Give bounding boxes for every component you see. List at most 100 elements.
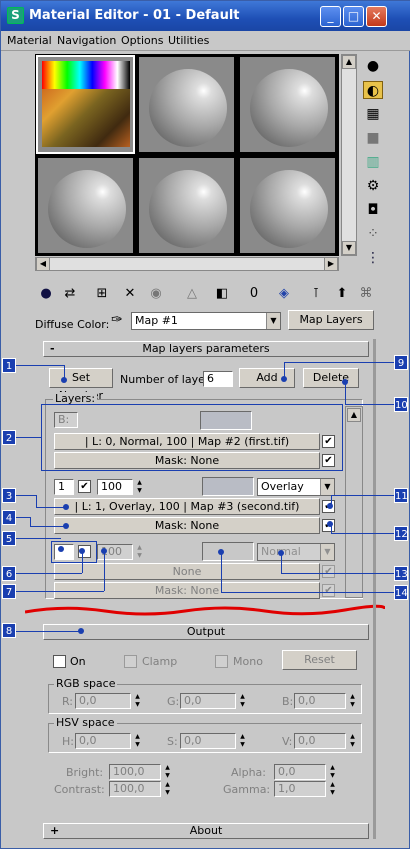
sample-sphere-icon	[149, 170, 227, 248]
scroll-right-icon[interactable]: ▶	[324, 257, 338, 271]
h-spinner: ▲ ▼	[135, 733, 140, 748]
callout-2-box	[41, 404, 343, 471]
b-field: 0,0	[294, 693, 346, 709]
backlight-icon[interactable]: ◐	[363, 81, 383, 99]
layer1-map-button[interactable]: | L: 1, Overlay, 100 | Map #3 (second.ti…	[54, 498, 320, 515]
title-bar: S Material Editor - 01 - Default _ □ ✕	[1, 1, 410, 31]
output-on-checkbox[interactable]	[53, 655, 66, 668]
slots-horizontal-scrollbar[interactable]: ◀ ▶	[35, 257, 339, 271]
make-unique-icon[interactable]: △	[183, 285, 201, 303]
make-copy-icon[interactable]: ◉	[147, 285, 165, 303]
sample-slot-3[interactable]	[238, 55, 337, 154]
callout-7-line	[16, 591, 104, 592]
callout-9-dot	[281, 376, 287, 382]
menu-material[interactable]: Material	[7, 34, 52, 47]
get-material-icon[interactable]: ●	[37, 285, 55, 303]
maximize-button[interactable]: □	[343, 6, 364, 27]
layer1-mask-button[interactable]: Mask: None	[54, 517, 320, 534]
make-preview-icon[interactable]: ⚙	[363, 177, 383, 195]
callout-7-line	[104, 551, 105, 591]
callout-1: 1	[2, 358, 16, 373]
number-of-layers-field[interactable]: 6	[203, 371, 233, 387]
chevron-down-icon: ▼	[266, 313, 280, 329]
show-end-result-icon[interactable]: ⊺	[307, 285, 325, 303]
callout-6-line	[82, 551, 83, 573]
sample-slot-4[interactable]	[36, 156, 135, 255]
gamma-spinner: ▲ ▼	[330, 781, 335, 796]
minimize-button[interactable]: _	[320, 6, 341, 27]
map-layers-button[interactable]: Map Layers	[288, 310, 374, 330]
menu-options[interactable]: Options	[121, 34, 163, 47]
layer1-opacity-spinner[interactable]: ▲ ▼	[135, 479, 144, 495]
rollout-scroll-track[interactable]	[373, 339, 376, 839]
callout-10-line	[345, 404, 394, 405]
output-rollout-header[interactable]: Output	[43, 624, 369, 640]
params-rollout-title: Map layers parameters	[142, 342, 270, 355]
callout-3-line	[36, 507, 66, 508]
scroll-up-icon[interactable]: ▲	[347, 408, 361, 422]
about-rollout-header[interactable]: + About	[43, 823, 369, 839]
layer1-opacity-field[interactable]: 100	[97, 479, 133, 495]
output-mono-label: Mono	[233, 655, 263, 668]
v-label: V:	[282, 735, 293, 748]
layer1-index-field[interactable]: 1	[54, 479, 74, 495]
output-clamp-label: Clamp	[142, 655, 178, 668]
material-navigator-icon[interactable]: ⋮	[363, 249, 383, 267]
bright-field: 100,0	[109, 764, 161, 780]
layer2-mask-checkbox: ✔	[322, 584, 335, 597]
sample-slot-2[interactable]	[137, 55, 236, 154]
slots-vertical-scrollbar[interactable]: ▲ ▼	[341, 54, 357, 256]
output-on-label: On	[70, 655, 86, 668]
sample-slot-5[interactable]	[137, 156, 236, 255]
set-number-button[interactable]: Set Number	[49, 368, 113, 402]
layer1-blend-dropdown[interactable]: Overlay ▼	[257, 478, 335, 496]
video-color-check-icon[interactable]: ▥	[363, 153, 383, 171]
callout-7-dot	[101, 548, 107, 554]
g-label: G:	[167, 695, 180, 708]
sample-slot-1[interactable]	[36, 55, 135, 154]
callout-4-line	[30, 517, 31, 526]
menu-utilities[interactable]: Utilities	[168, 34, 209, 47]
callout-9: 9	[394, 355, 408, 370]
reset-map-icon[interactable]: ✕	[121, 285, 139, 303]
output-mono-checkbox	[215, 655, 228, 668]
callout-9-line	[284, 362, 394, 363]
uv-tiling-icon[interactable]: ■	[363, 129, 383, 147]
pick-material-icon[interactable]: ✑	[111, 312, 123, 328]
sample-sphere-icon	[48, 170, 126, 248]
callout-11-line	[331, 495, 394, 496]
put-to-library-icon[interactable]: ◧	[213, 285, 231, 303]
close-button[interactable]: ✕	[366, 6, 387, 27]
options-icon[interactable]: ◘	[363, 201, 383, 219]
put-to-scene-icon[interactable]: ⇄	[61, 285, 79, 303]
menu-navigation[interactable]: Navigation	[57, 34, 116, 47]
sample-type-icon[interactable]: ●	[363, 57, 383, 75]
layers-scrollbar[interactable]: ▲	[345, 406, 363, 598]
alpha-spinner: ▲ ▼	[330, 764, 335, 779]
layer1-blend-value: Overlay	[261, 480, 304, 493]
scroll-up-icon[interactable]: ▲	[342, 55, 356, 69]
layer2-opacity-spinner: ▲ ▼	[137, 544, 142, 559]
show-map-in-viewport-icon[interactable]: ◈	[275, 285, 293, 303]
layer1-color-swatch[interactable]	[202, 477, 254, 496]
assign-material-icon[interactable]: ⊞	[93, 285, 111, 303]
callout-5-line	[16, 538, 61, 539]
scroll-down-icon[interactable]: ▼	[342, 241, 356, 255]
scroll-left-icon[interactable]: ◀	[36, 257, 50, 271]
go-to-parent-icon[interactable]: ⬆	[333, 285, 351, 303]
map-name-dropdown[interactable]: Map #1 ▼	[131, 312, 281, 330]
callout-2: 2	[2, 430, 16, 445]
h-label: H:	[62, 735, 74, 748]
select-by-material-icon[interactable]: ⁘	[363, 225, 383, 243]
layer1-enable-checkbox[interactable]: ✔	[78, 480, 91, 493]
callout-11: 11	[394, 488, 408, 503]
material-effects-channel-icon[interactable]: 0	[245, 285, 263, 303]
sample-slot-6[interactable]	[238, 156, 337, 255]
r-spinner: ▲ ▼	[135, 693, 140, 708]
delete-button[interactable]: Delete	[303, 368, 359, 388]
callout-7: 7	[2, 584, 16, 599]
background-checker-icon[interactable]: ▦	[363, 105, 383, 123]
bright-label: Bright:	[66, 766, 104, 779]
go-forward-to-sibling-icon[interactable]: ⌘	[357, 285, 375, 303]
params-rollout-header[interactable]: - Map layers parameters	[43, 341, 369, 357]
